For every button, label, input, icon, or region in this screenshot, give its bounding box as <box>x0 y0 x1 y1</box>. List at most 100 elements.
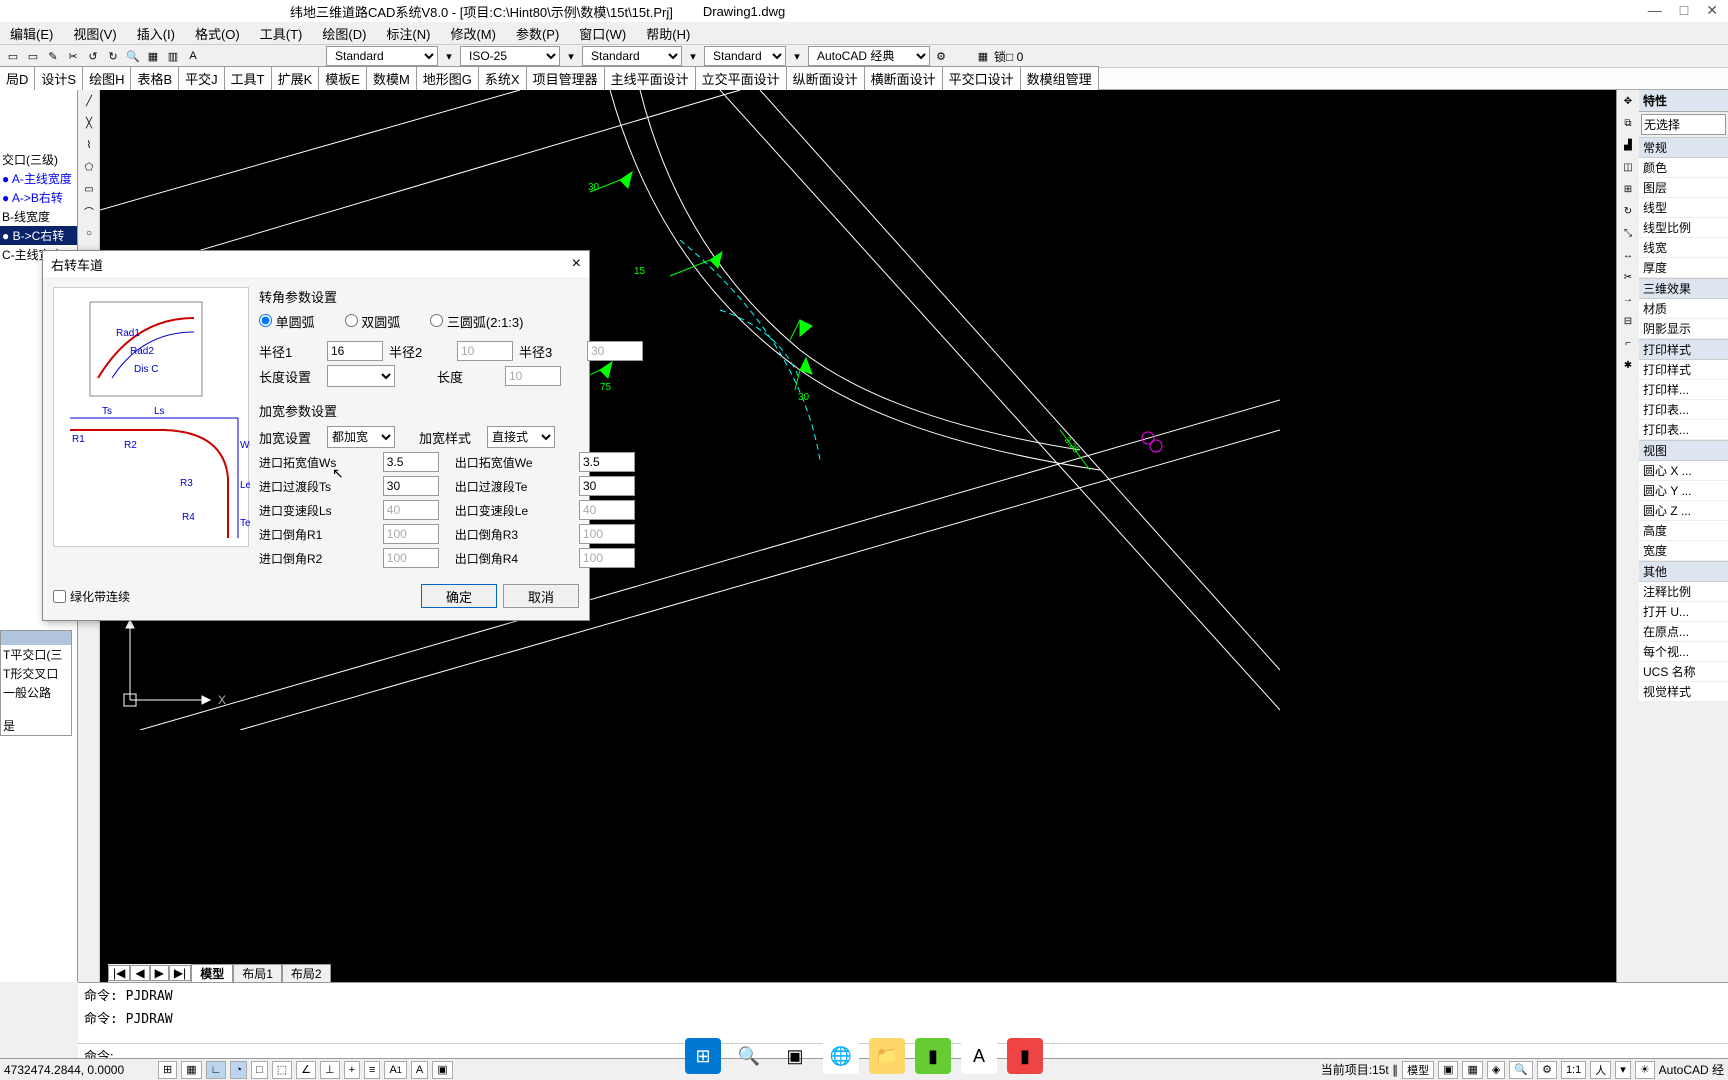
tab-layout1[interactable]: 布局1 <box>233 964 282 983</box>
edge-icon[interactable]: 🌐 <box>823 1038 859 1074</box>
style-select-1[interactable]: Standard <box>326 46 438 66</box>
menu-draw[interactable]: 绘图(D) <box>322 24 366 43</box>
radius3-input[interactable] <box>587 341 643 361</box>
ribbon-tab[interactable]: 立交平面设计 <box>695 66 787 91</box>
list-item[interactable]: T平交口(三 <box>1 645 71 664</box>
break-icon[interactable]: ⊟ <box>1619 312 1637 330</box>
menu-tools[interactable]: 工具(T) <box>260 24 303 43</box>
props-group[interactable]: 三维效果 <box>1639 278 1728 299</box>
circle-icon[interactable]: ○ <box>79 223 99 243</box>
props-row[interactable]: 线型 <box>1639 198 1728 218</box>
tree-item[interactable]: 交口(三级) <box>0 150 77 169</box>
sb-icon[interactable]: ⚙ <box>1537 1061 1557 1079</box>
list-item[interactable]: 一般公路 <box>1 683 71 702</box>
fillet-icon[interactable]: ⌐ <box>1619 334 1637 352</box>
tree-item[interactable]: ● A->B右转 <box>0 188 77 207</box>
props-row[interactable]: 每个视... <box>1639 642 1728 662</box>
menu-edit[interactable]: 编辑(E) <box>10 24 53 43</box>
props-row[interactable]: 打印样... <box>1639 380 1728 400</box>
ratio-button[interactable]: 1:1 <box>1561 1061 1586 1079</box>
menu-window[interactable]: 窗口(W) <box>579 24 626 43</box>
props-row[interactable]: 视觉样式 <box>1639 682 1728 702</box>
tb-icon[interactable]: ▥ <box>164 47 182 65</box>
windows-icon[interactable]: ⊞ <box>685 1038 721 1074</box>
move-icon[interactable]: ✥ <box>1619 92 1637 110</box>
menu-insert[interactable]: 插入(I) <box>137 24 175 43</box>
props-row[interactable]: 线型比例 <box>1639 218 1728 238</box>
tb-icon[interactable]: A <box>184 47 202 65</box>
ribbon-tab[interactable]: 数模M <box>366 66 417 91</box>
trim-icon[interactable]: ✂ <box>1619 268 1637 286</box>
out-w-input[interactable] <box>579 452 635 472</box>
props-group[interactable]: 打印样式 <box>1639 339 1728 360</box>
ducs-button[interactable]: ⊥ <box>320 1061 340 1079</box>
tab-layout2[interactable]: 布局2 <box>282 964 331 983</box>
tb-icon[interactable]: ▭ <box>24 47 42 65</box>
ribbon-tab[interactable]: 模板E <box>318 66 367 91</box>
props-row[interactable]: 宽度 <box>1639 541 1728 561</box>
ribbon-tab[interactable]: 主线平面设计 <box>604 66 696 91</box>
ribbon-tab[interactable]: 局D <box>0 66 35 91</box>
props-row[interactable]: 打印样式 <box>1639 360 1728 380</box>
out-t-input[interactable] <box>579 476 635 496</box>
widen-set-select[interactable]: 都加宽 <box>327 426 395 448</box>
copy-icon[interactable]: ⧉ <box>1619 114 1637 132</box>
radio-single-arc[interactable]: 单圆弧 <box>259 312 315 331</box>
in-l-input[interactable] <box>383 500 439 520</box>
lwt-button[interactable]: ≡ <box>364 1061 380 1079</box>
props-group[interactable]: 视图 <box>1639 440 1728 461</box>
sb-icon[interactable]: ☀ <box>1635 1061 1655 1079</box>
minimize-icon[interactable]: — <box>1648 2 1662 19</box>
polar-button[interactable]: ◔ <box>230 1061 247 1079</box>
length-select[interactable] <box>327 365 395 387</box>
sb-icon[interactable]: ▾ <box>1615 1061 1631 1079</box>
dropdown-icon[interactable]: ▾ <box>788 47 806 65</box>
tpy-button[interactable]: A1 <box>384 1061 406 1079</box>
tb-icon[interactable]: ↻ <box>104 47 122 65</box>
props-row[interactable]: 打开 U... <box>1639 602 1728 622</box>
props-row[interactable]: 在原点... <box>1639 622 1728 642</box>
close-icon[interactable]: ✕ <box>1706 2 1718 19</box>
tb-icon[interactable]: ▦ <box>144 47 162 65</box>
arc-icon[interactable]: ⌒ <box>79 201 99 221</box>
dropdown-icon[interactable]: ▾ <box>684 47 702 65</box>
out-r4-input[interactable] <box>579 548 635 568</box>
radio-triple-arc[interactable]: 三圆弧(2:1:3) <box>430 312 523 331</box>
props-row[interactable]: UCS 名称 <box>1639 662 1728 682</box>
tab-nav-last[interactable]: ▶| <box>169 965 191 981</box>
ribbon-tab[interactable]: 平交口设计 <box>942 66 1021 91</box>
sb-icon[interactable]: 人 <box>1590 1061 1611 1079</box>
infer-button[interactable]: ⊞ <box>158 1061 177 1079</box>
tb-icon[interactable]: ↺ <box>84 47 102 65</box>
props-row[interactable]: 圆心 X ... <box>1639 461 1728 481</box>
out-r3-input[interactable] <box>579 524 635 544</box>
close-icon[interactable]: × <box>572 255 581 273</box>
tb-icon[interactable]: ▭ <box>4 47 22 65</box>
taskview-icon[interactable]: ▣ <box>777 1038 813 1074</box>
props-row[interactable]: 高度 <box>1639 521 1728 541</box>
sb-icon[interactable]: 🔍 <box>1509 1061 1533 1079</box>
explode-icon[interactable]: ✱ <box>1619 356 1637 374</box>
ribbon-tab[interactable]: 设计S <box>34 66 83 91</box>
tab-nav-first[interactable]: |◀ <box>108 965 130 981</box>
green-belt-checkbox[interactable]: 绿化带连续 <box>53 588 130 605</box>
mirror-icon[interactable]: ▟ <box>1619 136 1637 154</box>
layer-icon[interactable]: ▦ <box>974 47 992 65</box>
out-l-input[interactable] <box>579 500 635 520</box>
workspace-select[interactable]: AutoCAD 经典 <box>808 46 930 66</box>
radius1-input[interactable] <box>327 341 383 361</box>
maximize-icon[interactable]: □ <box>1680 2 1688 19</box>
sc-button[interactable]: ▣ <box>432 1061 452 1079</box>
rotate-icon[interactable]: ↻ <box>1619 202 1637 220</box>
props-row[interactable]: 线宽 <box>1639 238 1728 258</box>
scale-icon[interactable]: ⤡ <box>1619 224 1637 242</box>
tab-nav-next[interactable]: ▶ <box>150 965 169 981</box>
stretch-icon[interactable]: ↔ <box>1619 246 1637 264</box>
search-icon[interactable]: 🔍 <box>731 1038 767 1074</box>
length-input[interactable] <box>505 366 561 386</box>
props-row[interactable]: 材质 <box>1639 299 1728 319</box>
in-t-input[interactable] <box>383 476 439 496</box>
ribbon-tab[interactable]: 地形图G <box>416 66 479 91</box>
otrack-button[interactable]: ∠ <box>296 1061 316 1079</box>
rectangle-icon[interactable]: ▭ <box>79 179 99 199</box>
